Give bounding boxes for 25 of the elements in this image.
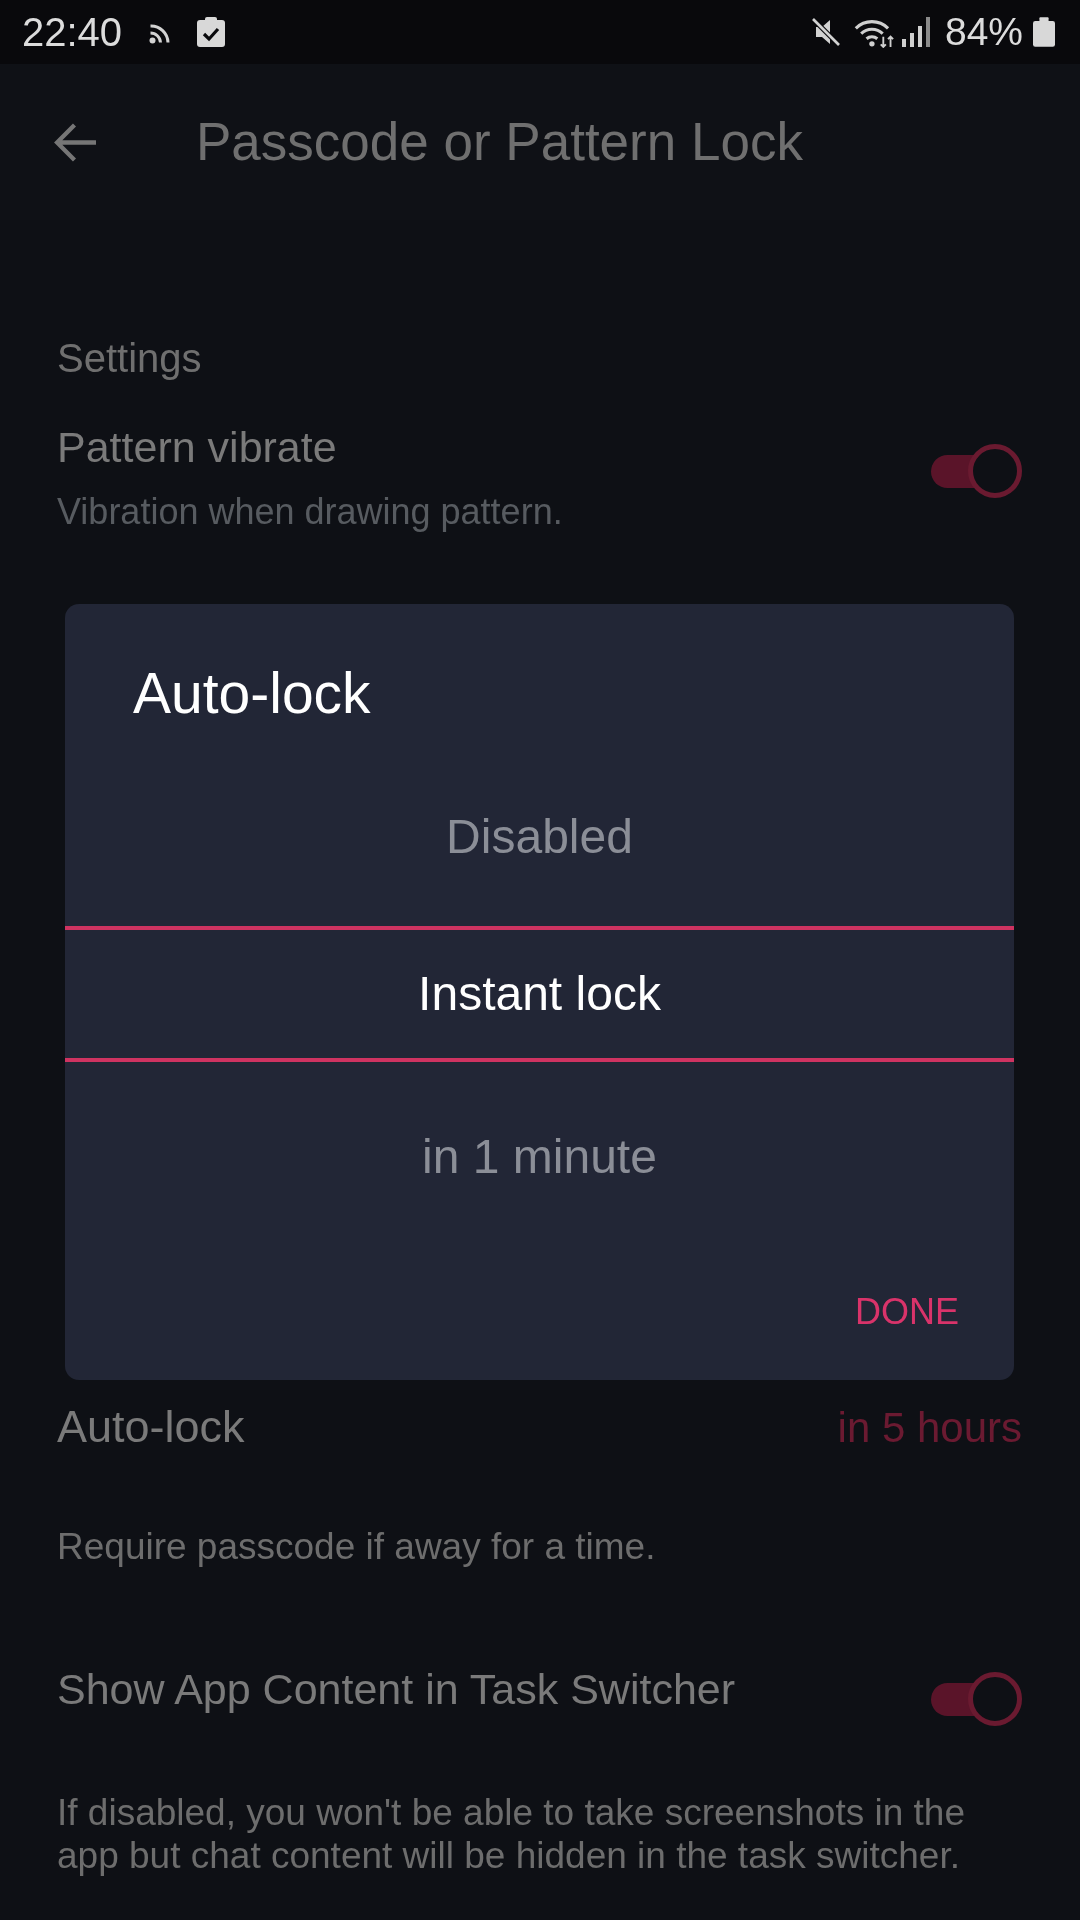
- setting-description: Vibration when drawing pattern.: [57, 492, 563, 532]
- back-button[interactable]: [53, 121, 97, 163]
- section-header: Settings: [57, 335, 203, 381]
- clipboard-check-icon: [197, 17, 226, 47]
- setting-description: Require passcode if away for a time.: [57, 1525, 657, 1568]
- dialog-title: Auto-lock: [132, 661, 372, 725]
- rss-icon: [149, 24, 172, 44]
- toggle-switch[interactable]: [931, 444, 1022, 498]
- setting-description: If disabled, you won't be able to take screenshots in the app but chat content will be hidden in the task switcher.: [57, 1791, 966, 1877]
- setting-title[interactable]: Show App Content in Task Switcher: [57, 1664, 736, 1714]
- picker-option[interactable]: in 1 minute: [65, 1062, 1014, 1198]
- clock-time: 22:40: [22, 9, 123, 55]
- mute-icon: [810, 17, 841, 47]
- setting-title[interactable]: Auto-lock: [57, 1401, 245, 1453]
- picker-option[interactable]: Instant lock: [65, 926, 1014, 1062]
- setting-title[interactable]: Pattern vibrate: [57, 422, 337, 472]
- battery-percent: 84%: [944, 9, 1023, 55]
- picker-option[interactable]: Disabled: [65, 790, 1014, 926]
- signal-icon: [900, 17, 931, 47]
- screen-title: Passcode or Pattern Lock: [196, 111, 803, 173]
- toggle-switch[interactable]: [931, 1672, 1022, 1726]
- battery-icon: [1033, 16, 1055, 48]
- done-button[interactable]: DONE: [839, 1276, 975, 1348]
- setting-value: in 5 hours: [837, 1403, 1022, 1453]
- back-arrow-icon: [53, 121, 97, 163]
